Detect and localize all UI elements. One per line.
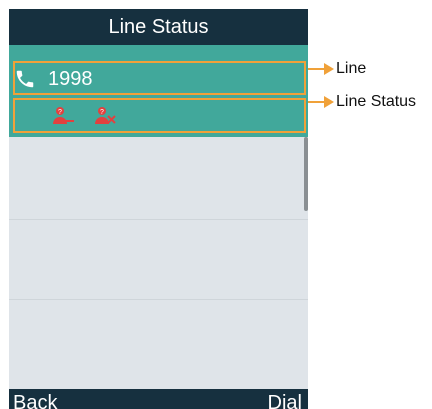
dial-softkey[interactable]: Dial xyxy=(268,392,302,409)
line-status-callout: Line Status xyxy=(308,93,416,111)
arrow-right-icon xyxy=(308,96,334,108)
line-status-callout-label: Line Status xyxy=(336,93,417,110)
page-title: Line Status xyxy=(108,15,209,38)
back-softkey[interactable]: Back xyxy=(13,392,57,409)
line-callout-label: Line xyxy=(336,60,367,77)
phone-screen: Line Status 1998 ? ? Back Dial xyxy=(9,9,308,409)
line-number: 1998 xyxy=(48,67,93,90)
svg-text:?: ? xyxy=(100,109,104,116)
svg-text:?: ? xyxy=(58,109,62,116)
line-status-icons: ? ? xyxy=(51,103,135,129)
softkey-bar: Back Dial xyxy=(9,389,308,409)
title-bar: Line Status xyxy=(9,9,308,45)
unregistered-user-icon: ? xyxy=(53,107,74,124)
arrow-right-icon xyxy=(308,63,334,75)
phone-icon xyxy=(16,70,34,88)
line-callout: Line xyxy=(308,60,366,78)
failed-registration-user-icon: ? xyxy=(95,107,116,124)
list-divider xyxy=(9,219,308,220)
line-item[interactable]: 1998 xyxy=(14,65,93,93)
list-divider xyxy=(9,299,308,300)
scrollbar[interactable] xyxy=(304,137,308,211)
